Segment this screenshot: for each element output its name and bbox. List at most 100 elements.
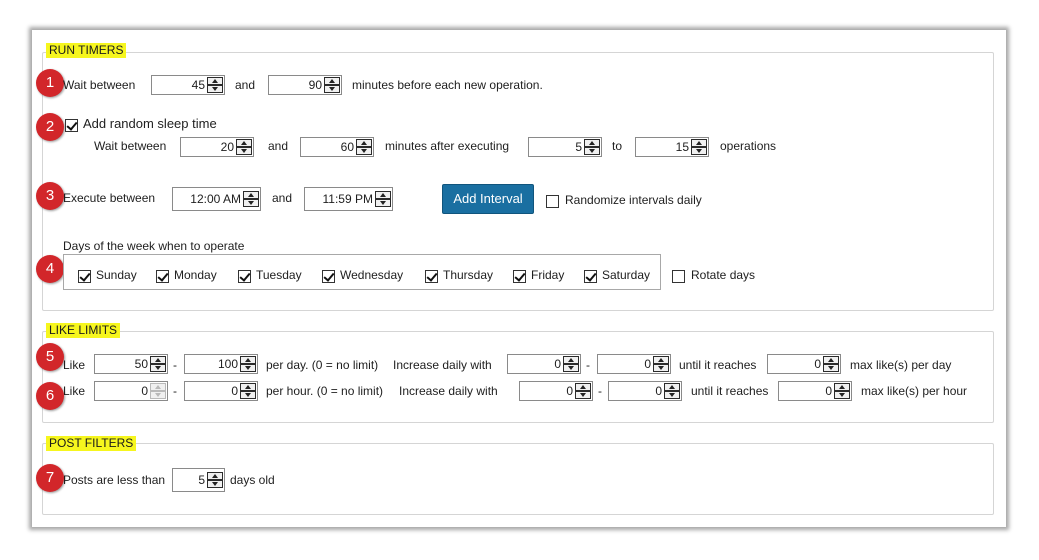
days-old-spinner[interactable]: 5 [172,468,225,492]
like-day-max-spinner[interactable]: 100 [184,354,258,374]
spin-down-icon[interactable] [150,364,166,372]
like-limits-legend: LIKE LIMITS [46,323,121,338]
day-checkbox-thursday[interactable] [425,270,438,283]
spin-down-icon[interactable] [243,199,259,207]
operations-label: operations [720,139,777,153]
spinner-value: 12:00 AM [190,192,241,206]
end-time-spinner[interactable]: 11:59 PM [304,187,393,211]
max-per-day-label: max like(s) per day [850,358,952,372]
spin-down-icon[interactable] [584,147,600,155]
randomize-intervals-checkbox[interactable] [546,195,559,208]
spin-down-icon[interactable] [563,364,579,372]
hour-reach-spinner[interactable]: 0 [778,381,852,401]
day-inc-max-spinner[interactable]: 0 [597,354,671,374]
spin-down-icon[interactable] [236,147,252,155]
day-checkbox-monday[interactable] [156,270,169,283]
spin-up-icon[interactable] [240,356,256,364]
spinner-value: 0 [141,384,148,398]
and-label: and [235,78,256,92]
spin-down-icon[interactable] [653,364,669,372]
day-checkbox-saturday[interactable] [584,270,597,283]
start-time-spinner[interactable]: 12:00 AM [172,187,261,211]
spinner-value: 5 [575,140,582,154]
step-marker-5: 5 [36,343,64,371]
per-day-text: per day. (0 = no limit) [266,358,379,372]
days-title: Days of the week when to operate [63,239,245,253]
spinner-value: 11:59 PM [322,192,373,206]
spin-up-icon[interactable] [324,77,340,85]
spin-down-icon[interactable] [240,391,256,399]
spin-down-icon[interactable] [375,199,391,207]
post-filters-legend: POST FILTERS [46,436,137,451]
spinner-value: 100 [217,357,238,371]
day-checkbox-tuesday[interactable] [238,270,251,283]
day-inc-min-spinner[interactable]: 0 [507,354,581,374]
spin-up-icon[interactable] [563,356,579,364]
ops-max-spinner[interactable]: 15 [635,137,709,157]
like-day-min-spinner[interactable]: 50 [94,354,168,374]
spin-down-icon[interactable] [207,85,223,93]
spin-up-icon[interactable] [691,139,707,147]
spinner-value: 90 [308,78,322,92]
day-checkbox-wednesday[interactable] [322,270,335,283]
day-checkbox-sunday[interactable] [78,270,91,283]
wait-between-label: Wait between [63,78,136,92]
until-reaches-label: until it reaches [679,358,757,372]
spin-up-icon[interactable] [243,191,259,199]
sleep-min-spinner[interactable]: 20 [180,137,254,157]
spin-up-icon[interactable] [823,356,839,364]
rotate-days-label: Rotate days [691,268,756,282]
spinner-value: 0 [825,384,832,398]
hour-inc-max-spinner[interactable]: 0 [608,381,682,401]
spinner-value: 0 [554,357,561,371]
spin-down-icon[interactable] [834,391,850,399]
spin-down-icon[interactable] [664,391,680,399]
spin-up-icon[interactable] [207,472,223,480]
and-label: and [268,139,289,153]
spin-up-icon[interactable] [236,139,252,147]
spin-down-icon[interactable] [575,391,591,399]
wait-max-spinner[interactable]: 90 [268,75,342,95]
spin-up-icon[interactable] [834,383,850,391]
spin-down-icon[interactable] [356,147,372,155]
like-hour-max-spinner[interactable]: 0 [184,381,258,401]
spin-down-icon[interactable] [823,364,839,372]
spin-up-icon[interactable] [150,356,166,364]
like-hour-min-spinner[interactable]: 0 [94,381,168,401]
spin-up-icon[interactable] [207,77,223,85]
minutes-after-label: minutes after executing [385,139,510,153]
spin-down-icon[interactable] [207,480,223,488]
spin-up-icon[interactable] [575,383,591,391]
sleep-wait-between-label: Wait between [94,139,167,153]
day-label-saturday: Saturday [602,268,651,282]
spin-up-icon[interactable] [664,383,680,391]
and-label: and [272,191,293,205]
until-reaches-label: until it reaches [691,384,769,398]
spin-up-icon[interactable] [375,191,391,199]
spin-down-icon[interactable] [240,364,256,372]
day-reach-spinner[interactable]: 0 [767,354,841,374]
rotate-days-checkbox[interactable] [672,270,685,283]
spin-up-icon[interactable] [150,383,166,391]
dash-label: - [173,384,177,398]
random-sleep-label: Add random sleep time [83,116,217,131]
ops-min-spinner[interactable]: 5 [528,137,602,157]
spin-down-icon[interactable] [324,85,340,93]
spin-up-icon[interactable] [240,383,256,391]
add-interval-button[interactable]: Add Interval [442,184,534,214]
spinner-value: 0 [814,357,821,371]
sleep-max-spinner[interactable]: 60 [300,137,374,157]
settings-panel: RUN TIMERS 1 Wait between 45 and 90 minu… [32,30,1006,527]
spin-down-icon[interactable] [150,391,166,399]
step-marker-4: 4 [36,255,64,283]
random-sleep-checkbox[interactable] [65,119,78,132]
spin-down-icon[interactable] [691,147,707,155]
spin-up-icon[interactable] [356,139,372,147]
step-marker-3: 3 [36,182,64,210]
day-checkbox-friday[interactable] [513,270,526,283]
wait-min-spinner[interactable]: 45 [151,75,225,95]
hour-inc-min-spinner[interactable]: 0 [519,381,593,401]
spin-up-icon[interactable] [584,139,600,147]
spin-up-icon[interactable] [653,356,669,364]
dash-label: - [586,358,590,372]
